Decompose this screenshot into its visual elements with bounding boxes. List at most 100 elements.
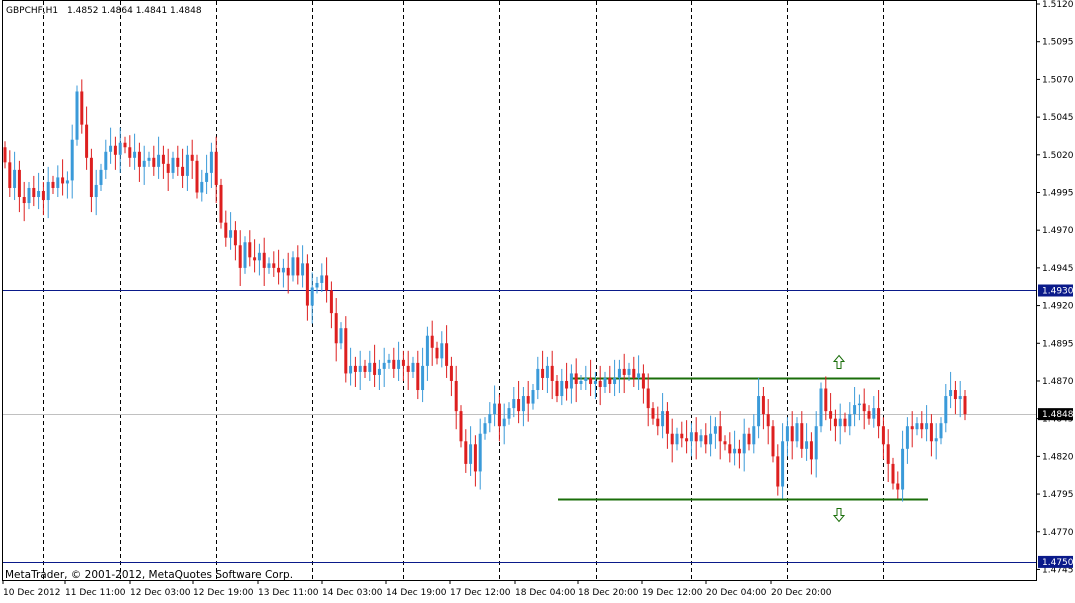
bull-candle	[257, 252, 261, 261]
bull-candle	[709, 433, 713, 445]
bear-candle	[829, 411, 833, 419]
price-tick-label: 1.4970	[1042, 226, 1074, 236]
bear-candle	[622, 368, 626, 375]
bull-candle	[209, 151, 213, 173]
bear-candle	[886, 444, 890, 464]
bear-candle	[277, 267, 281, 273]
bear-candle	[589, 377, 593, 384]
bull-candle	[512, 399, 516, 409]
bull-candle	[838, 418, 842, 427]
bull-candle	[521, 396, 525, 412]
bull-candle	[229, 230, 233, 238]
bull-candle	[675, 433, 679, 445]
bull-candle	[915, 423, 919, 430]
copyright-footer: MetaTrader, © 2001-2012, MetaQuotes Soft…	[5, 569, 293, 581]
bull-candle	[421, 365, 425, 391]
bull-candle	[65, 180, 69, 184]
price-tick-label: 1.4945	[1042, 264, 1074, 274]
bull-candle	[944, 396, 948, 424]
bull-candle	[99, 169, 103, 185]
bear-candle	[651, 408, 655, 419]
time-tick-label: 14 Dec 19:00	[386, 588, 447, 598]
price-tick-label: 1.4770	[1042, 528, 1074, 538]
time-tick-label: 19 Dec 12:00	[642, 588, 703, 598]
bull-candle	[781, 441, 785, 487]
bull-candle	[142, 160, 146, 167]
price-tick-label: 1.5095	[1042, 38, 1074, 48]
bear-candle	[334, 313, 338, 344]
bear-candle	[214, 151, 218, 185]
bear-candle	[238, 245, 242, 268]
time-tick-label: 17 Dec 12:00	[450, 588, 511, 598]
bear-candle	[296, 257, 300, 276]
bear-candle	[445, 343, 449, 366]
bear-candle	[41, 190, 45, 201]
bull-candle	[757, 396, 761, 427]
bear-candle	[809, 441, 813, 460]
bear-candle	[891, 463, 895, 484]
time-tick-label: 18 Dec 20:00	[578, 588, 639, 598]
bull-candle	[872, 408, 876, 419]
bear-candle	[737, 448, 741, 454]
time-tick-label: 13 Dec 11:00	[258, 588, 319, 598]
bull-candle	[545, 365, 549, 378]
bear-candle	[953, 390, 957, 400]
bear-candle	[685, 438, 689, 442]
bear-candle	[680, 433, 684, 439]
bear-candle	[641, 373, 645, 389]
time-tick-label: 20 Dec 20:00	[771, 588, 832, 598]
bear-candle	[435, 347, 439, 359]
time-tick-label: 14 Dec 03:00	[322, 588, 383, 598]
bull-candle	[185, 154, 189, 176]
bear-candle	[867, 411, 871, 419]
bull-candle	[536, 368, 540, 391]
symbol-header: GBPCHF,H1	[6, 6, 58, 16]
level-price-label: 1.4750	[1042, 558, 1074, 568]
bull-candle	[637, 373, 641, 378]
bear-candle	[219, 184, 223, 223]
bull-candle	[27, 187, 31, 204]
bear-candle	[262, 252, 266, 268]
bear-candle	[704, 435, 708, 445]
bear-candle	[694, 432, 698, 442]
bear-candle	[449, 365, 453, 381]
bear-candle	[392, 359, 396, 369]
bear-candle	[3, 147, 7, 163]
bull-candle	[94, 184, 98, 198]
bear-candle	[363, 365, 367, 372]
bear-candle	[286, 267, 290, 276]
bull-candle	[147, 157, 151, 161]
bear-candle	[32, 187, 36, 198]
bull-candle	[320, 275, 324, 283]
bear-candle	[353, 365, 357, 372]
bear-candle	[608, 377, 612, 384]
bull-candle	[905, 426, 909, 449]
time-tick-label: 18 Dec 04:00	[515, 588, 576, 598]
bull-candle	[291, 257, 295, 276]
level-price-label: 1.4930	[1042, 287, 1074, 297]
bull-candle	[819, 388, 823, 427]
bull-candle	[949, 390, 953, 397]
bull-candle	[339, 328, 343, 344]
bull-candle	[661, 411, 665, 427]
bull-candle	[281, 267, 285, 273]
price-chart[interactable]: 1.5120 1.5095 1.5070 1.5045 1.5020 1.4995 1.49…	[0, 0, 1075, 599]
bull-candle	[358, 365, 362, 372]
bear-candle	[137, 151, 141, 167]
chart-canvas[interactable]: 1.5120 1.5095 1.5070 1.5045 1.5020 1.4995 1.49…	[0, 0, 1075, 599]
bull-candle	[785, 426, 789, 442]
bear-candle	[761, 396, 765, 415]
bear-candle	[233, 230, 237, 246]
bear-candle	[473, 444, 477, 472]
bull-candle	[478, 433, 482, 472]
bear-candle	[152, 157, 156, 167]
bear-candle	[670, 433, 674, 445]
bear-candle	[8, 162, 12, 188]
bear-candle	[190, 154, 194, 161]
bull-candle	[171, 157, 175, 173]
bull-candle	[243, 242, 247, 268]
bear-candle	[526, 396, 530, 404]
bull-candle	[805, 441, 809, 449]
bull-candle	[752, 426, 756, 445]
bear-candle	[406, 365, 410, 372]
